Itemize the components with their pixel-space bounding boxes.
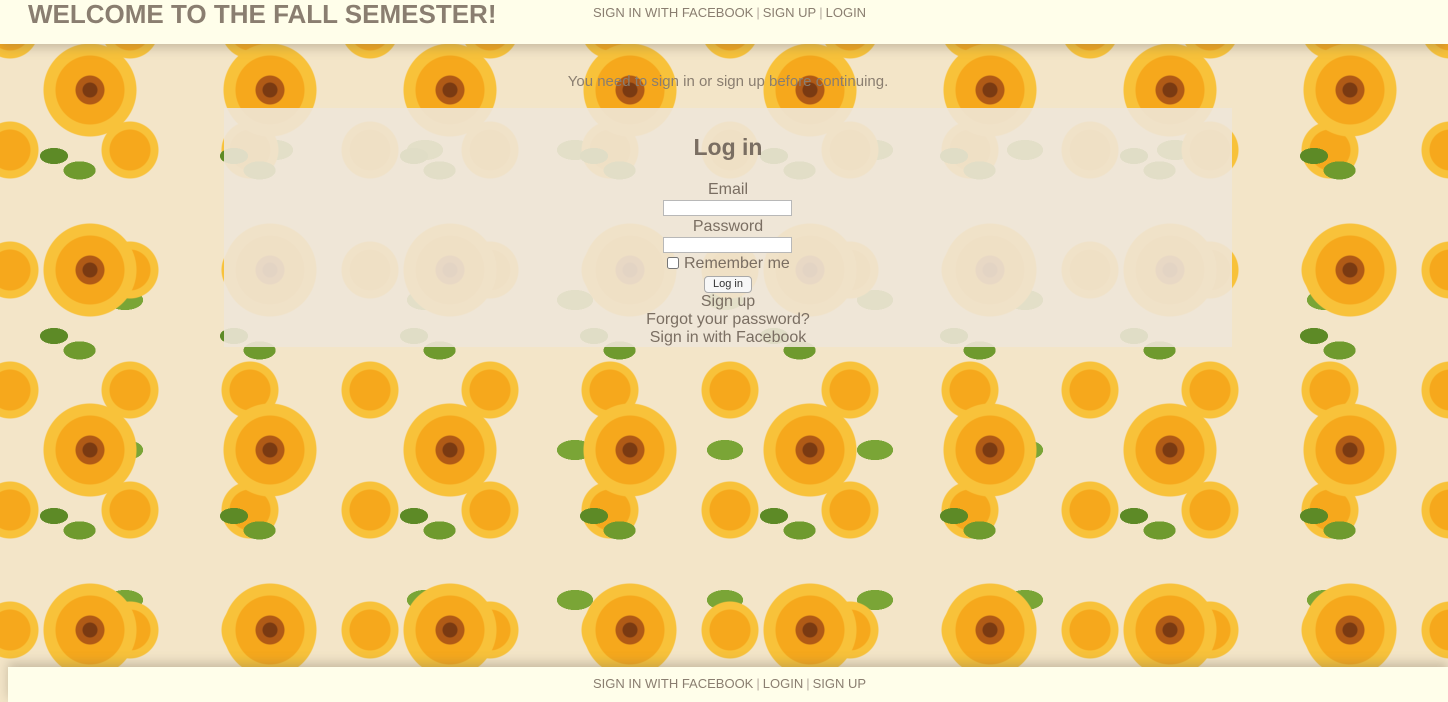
nav-sign-in-with-facebook-link[interactable]: SIGN IN WITH FACEBOOK [593, 5, 753, 20]
nav-sign-up-link[interactable]: SIGN UP [763, 5, 816, 20]
nav-login-link[interactable]: LOGIN [826, 5, 866, 20]
forgot-password-link[interactable]: Forgot your password? [0, 311, 1448, 329]
footer-separator: | [756, 676, 760, 691]
sign-up-link[interactable]: Sign up [0, 293, 1448, 311]
top-bar: WELCOME TO THE FALL SEMESTER! SIGN IN WI… [0, 0, 1448, 44]
log-in-button[interactable]: Log in [704, 276, 752, 293]
remember-me-checkbox[interactable] [667, 257, 679, 269]
flash-notice: You need to sign in or sign up before co… [567, 73, 889, 90]
nav-separator: | [819, 5, 823, 20]
password-label: Password [692, 218, 764, 235]
footer-login-link[interactable]: LOGIN [763, 676, 803, 691]
email-field[interactable] [663, 200, 792, 216]
site-title: WELCOME TO THE FALL SEMESTER! [28, 0, 497, 29]
login-heading: Log in [693, 134, 763, 160]
remember-me-label: Remember me [684, 255, 790, 272]
footer-sign-up-link[interactable]: SIGN UP [813, 676, 866, 691]
sign-in-with-facebook-link[interactable]: Sign in with Facebook [0, 329, 1448, 347]
footer-sign-in-with-facebook-link[interactable]: SIGN IN WITH FACEBOOK [593, 676, 753, 691]
top-nav: SIGN IN WITH FACEBOOK | SIGN UP | LOGIN [593, 5, 866, 21]
footer-nav: SIGN IN WITH FACEBOOK | LOGIN | SIGN UP [593, 676, 866, 692]
email-label: Email [707, 181, 748, 198]
remember-me-row: Remember me [667, 255, 790, 273]
footer-separator: | [806, 676, 810, 691]
password-field[interactable] [663, 237, 792, 253]
bottom-bar: SIGN IN WITH FACEBOOK | LOGIN | SIGN UP [8, 667, 1448, 702]
nav-separator: | [756, 5, 760, 20]
